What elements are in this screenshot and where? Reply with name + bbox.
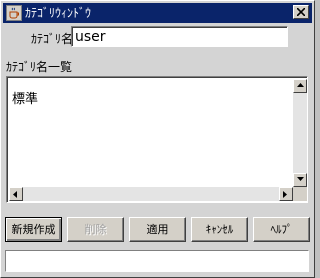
arrow-right-icon (283, 191, 287, 198)
category-name-label: ｶﾃｺﾞﾘ名 (31, 32, 74, 46)
cancel-button[interactable]: ｷｬﾝｾﾙ (191, 217, 248, 242)
category-list-heading: ｶﾃｺﾞﾘ名一覧 (6, 60, 73, 74)
category-name-input[interactable] (71, 26, 288, 47)
title-bar[interactable]: ｶﾃｺﾞﾘｳｨﾝﾄﾞｳ (3, 3, 312, 23)
scroll-left-button[interactable] (9, 187, 23, 201)
status-bar (5, 250, 309, 272)
help-button[interactable]: ﾍﾙﾌﾟ (253, 217, 310, 242)
horizontal-scrollbar[interactable] (9, 187, 293, 201)
vertical-scrollbar[interactable] (293, 79, 307, 187)
arrow-down-icon (297, 177, 304, 181)
category-window: ｶﾃｺﾞﾘｳｨﾝﾄﾞｳ ｶﾃｺﾞﾘ名 ｶﾃｺﾞﾘ名一覧 標準 (0, 0, 315, 278)
scroll-right-button[interactable] (279, 187, 293, 201)
close-button[interactable] (293, 5, 309, 19)
scroll-down-button[interactable] (293, 173, 307, 187)
new-button[interactable]: 新規作成 (5, 217, 62, 242)
arrow-up-icon (297, 83, 304, 87)
scroll-corner (293, 187, 307, 201)
close-icon (297, 8, 305, 16)
delete-button[interactable]: 削除 (67, 217, 124, 242)
window-title: ｶﾃｺﾞﾘｳｨﾝﾄﾞｳ (25, 6, 92, 20)
list-item[interactable]: 標準 (12, 88, 38, 107)
java-cup-icon (6, 5, 22, 21)
arrow-left-icon (13, 191, 17, 198)
apply-button[interactable]: 適用 (129, 217, 186, 242)
scroll-up-button[interactable] (293, 79, 307, 93)
category-list[interactable]: 標準 (6, 76, 308, 203)
